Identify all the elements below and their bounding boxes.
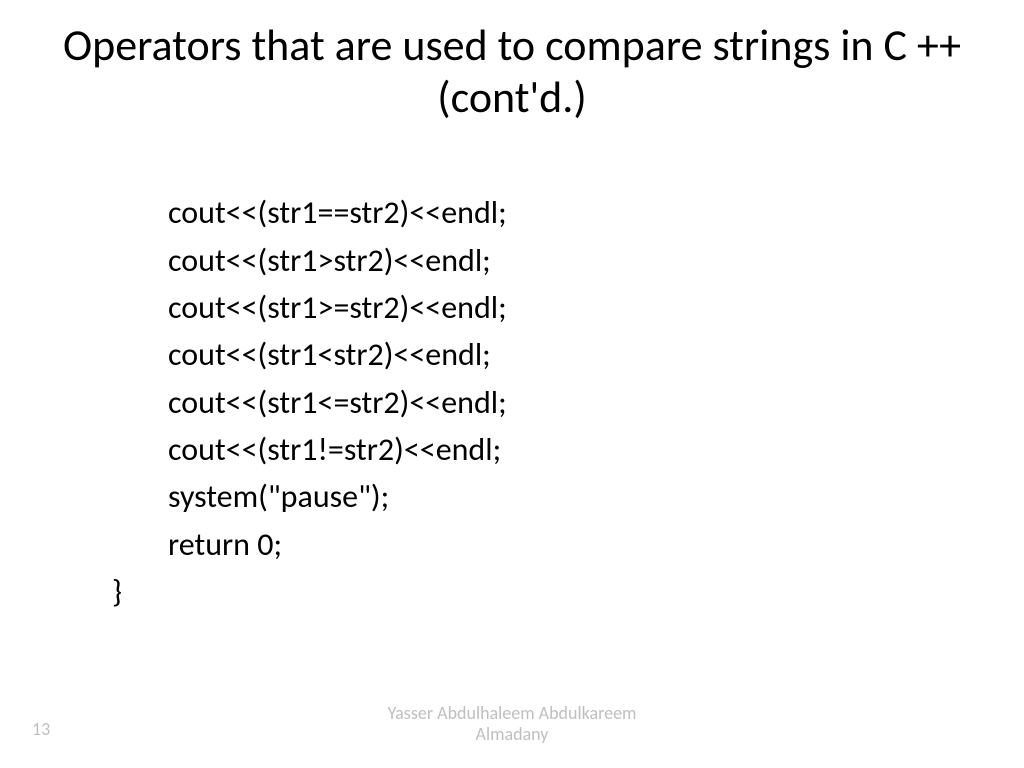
code-line: cout<<(str1>=str2)<<endl; [168, 288, 507, 327]
slide: Operators that are used to compare strin… [0, 0, 1024, 768]
code-line: } [40, 568, 984, 615]
code-line: cout<<(str1<=str2)<<endl; [168, 383, 507, 422]
footer-author-line2: Almadany [0, 724, 1024, 746]
slide-title: Operators that are used to compare strin… [60, 20, 964, 124]
code-line: cout<<(str1<str2)<<endl; [168, 335, 491, 374]
footer-author: Yasser Abdulhaleem Abdulkareem Almadany [0, 703, 1024, 746]
code-line: cout<<(str1==str2)<<endl; [168, 193, 507, 232]
code-line: cout<<(str1>str2)<<endl; [168, 241, 491, 280]
page-number: 13 [32, 718, 50, 740]
code-line: return 0; [168, 525, 282, 564]
code-block: cout<<(str1==str2)<<endl; cout<<(str1>st… [40, 142, 984, 568]
code-line: system("pause"); [168, 477, 389, 516]
code-line: cout<<(str1!=str2)<<endl; [168, 430, 501, 469]
footer-author-line1: Yasser Abdulhaleem Abdulkareem [0, 703, 1024, 725]
